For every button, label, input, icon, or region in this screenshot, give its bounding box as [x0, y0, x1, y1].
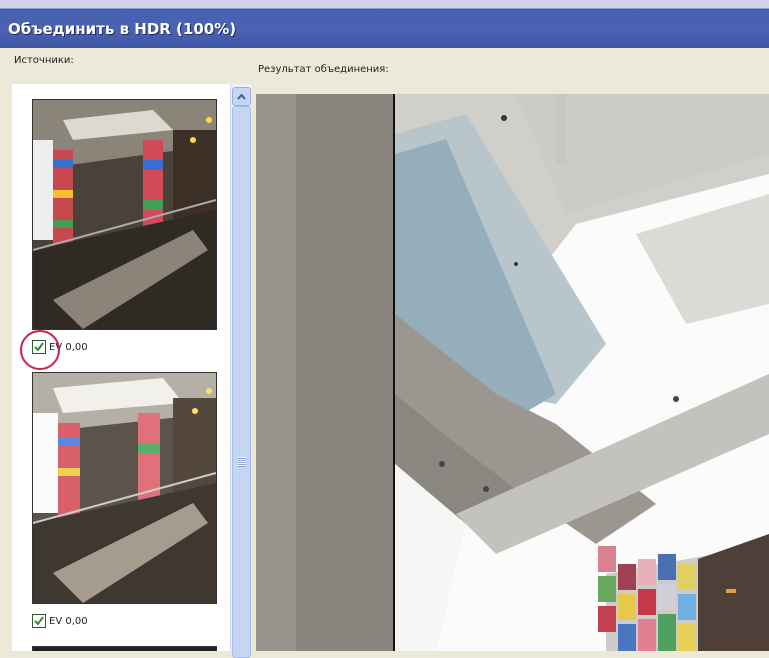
- source-2-checkbox[interactable]: [32, 614, 46, 628]
- sources-scrollbar[interactable]: [230, 84, 251, 658]
- scroll-up-button[interactable]: [232, 87, 251, 106]
- source-2-ev-label: EV 0,00: [49, 615, 88, 627]
- highlight-circle: [20, 330, 60, 370]
- result-preview: [256, 94, 769, 651]
- source-thumbnail-2[interactable]: [32, 372, 217, 604]
- source-thumbnail-3[interactable]: [32, 646, 217, 651]
- window-title: Объединить в HDR (100%): [8, 20, 237, 38]
- grip-icon: [238, 457, 246, 467]
- source-item-2-caption: EV 0,00: [32, 614, 88, 628]
- source-thumbnail-1[interactable]: [32, 99, 217, 330]
- chevron-up-icon: [237, 93, 246, 100]
- result-label: Результат объединения:: [258, 64, 389, 75]
- sources-label: Источники:: [14, 55, 74, 66]
- scroll-thumb[interactable]: [232, 106, 251, 658]
- title-bar: Объединить в HDR (100%): [0, 0, 769, 48]
